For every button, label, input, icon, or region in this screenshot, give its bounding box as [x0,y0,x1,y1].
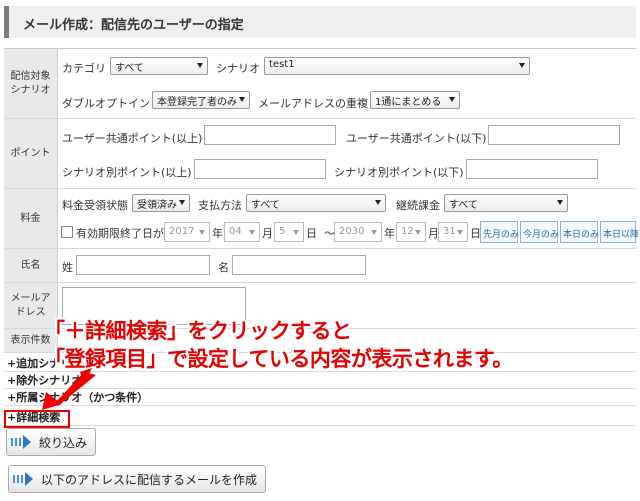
callout-arrow [42,368,96,410]
